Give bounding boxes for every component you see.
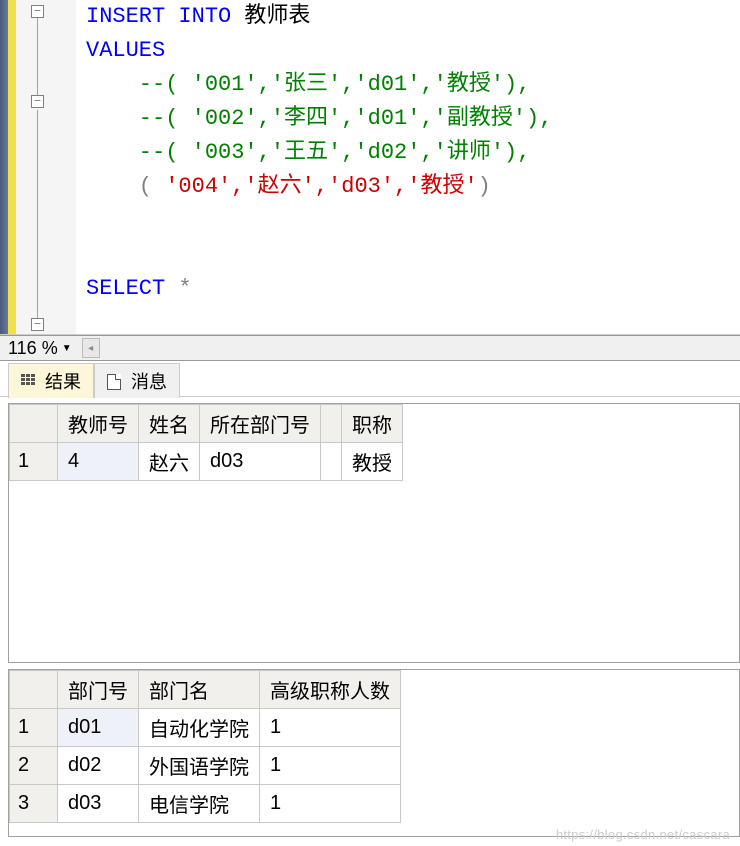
- grid-icon: [21, 374, 39, 388]
- cell[interactable]: 电信学院: [139, 785, 260, 823]
- cell[interactable]: 1: [260, 785, 401, 823]
- sql-identifier: 教师表: [231, 4, 310, 29]
- col-header[interactable]: 高级职称人数: [260, 671, 401, 709]
- table-row[interactable]: 1 d01 自动化学院 1: [10, 709, 401, 747]
- table-corner: [10, 671, 58, 709]
- col-header[interactable]: [321, 405, 342, 443]
- col-header[interactable]: 部门号: [58, 671, 139, 709]
- tab-results[interactable]: 结果: [8, 363, 94, 398]
- cell[interactable]: d03: [200, 443, 321, 481]
- tab-messages[interactable]: 消息: [94, 363, 180, 398]
- editor-change-indicator: [8, 0, 16, 334]
- table-row[interactable]: 2 d02 外国语学院 1: [10, 747, 401, 785]
- zoom-value: 116 %: [8, 338, 58, 359]
- zoom-dropdown[interactable]: 116 % ▼: [4, 338, 76, 359]
- table-row[interactable]: 1 4 赵六 d03 教授: [10, 443, 403, 481]
- sql-editor[interactable]: INSERT INTO 教师表 VALUES --( '001','张三','d…: [0, 0, 740, 335]
- cell[interactable]: d01: [58, 709, 139, 747]
- cell[interactable]: 1: [260, 747, 401, 785]
- tab-label: 消息: [131, 368, 167, 394]
- table-corner: [10, 405, 58, 443]
- sql-punct: ): [478, 174, 491, 199]
- table-row[interactable]: 3 d03 电信学院 1: [10, 785, 401, 823]
- tab-label: 结果: [45, 368, 81, 394]
- row-number: 3: [10, 785, 58, 823]
- row-number: 1: [10, 443, 58, 481]
- cell[interactable]: 1: [260, 709, 401, 747]
- sql-string: '004','赵六','d03','教授': [165, 174, 477, 199]
- cell[interactable]: 4: [58, 443, 139, 481]
- cell[interactable]: 自动化学院: [139, 709, 260, 747]
- cell[interactable]: d02: [58, 747, 139, 785]
- sql-operator: *: [165, 276, 191, 301]
- col-header[interactable]: 部门名: [139, 671, 260, 709]
- sql-keyword: SELECT: [86, 276, 165, 301]
- fold-toggle-icon[interactable]: [31, 318, 44, 331]
- col-header[interactable]: 教师号: [58, 405, 139, 443]
- sql-keyword: INSERT INTO: [86, 4, 231, 29]
- table-header-row: 部门号 部门名 高级职称人数: [10, 671, 401, 709]
- result-grid-1[interactable]: 教师号 姓名 所在部门号 职称 1 4 赵六 d03 教授: [8, 403, 740, 663]
- sql-comment: --( '002','李四','d01','副教授'),: [86, 106, 552, 131]
- row-number: 1: [10, 709, 58, 747]
- editor-left-margin: [0, 0, 8, 334]
- result-grid-2[interactable]: 部门号 部门名 高级职称人数 1 d01 自动化学院 1 2 d02 外国语学院…: [8, 669, 740, 837]
- results-panel: 教师号 姓名 所在部门号 职称 1 4 赵六 d03 教授 部门号 部门名 高级: [0, 397, 740, 846]
- chevron-down-icon: ▼: [62, 343, 72, 354]
- cell[interactable]: [321, 443, 342, 481]
- data-table: 教师号 姓名 所在部门号 职称 1 4 赵六 d03 教授: [9, 404, 403, 481]
- watermark: https://blog.csdn.net/cascara: [556, 827, 730, 842]
- code-gutter: [16, 0, 76, 334]
- sql-comment: --( '001','张三','d01','教授'),: [86, 72, 530, 97]
- results-tabs: 结果 消息: [0, 361, 740, 397]
- row-number: 2: [10, 747, 58, 785]
- sql-comment: --( '003','王五','d02','讲师'),: [86, 140, 530, 165]
- fold-guide-line: [37, 110, 38, 318]
- table-header-row: 教师号 姓名 所在部门号 职称: [10, 405, 403, 443]
- sql-keyword: VALUES: [86, 38, 165, 63]
- cell[interactable]: 外国语学院: [139, 747, 260, 785]
- code-text[interactable]: INSERT INTO 教师表 VALUES --( '001','张三','d…: [76, 0, 740, 334]
- zoom-toolbar: 116 % ▼ ◂: [0, 335, 740, 361]
- cell[interactable]: 赵六: [139, 443, 200, 481]
- fold-toggle-icon[interactable]: [31, 95, 44, 108]
- col-header[interactable]: 姓名: [139, 405, 200, 443]
- scroll-left-button[interactable]: ◂: [82, 338, 100, 358]
- sql-punct: (: [86, 174, 165, 199]
- data-table: 部门号 部门名 高级职称人数 1 d01 自动化学院 1 2 d02 外国语学院…: [9, 670, 401, 823]
- col-header[interactable]: 职称: [342, 405, 403, 443]
- fold-guide-line: [37, 18, 38, 95]
- col-header[interactable]: 所在部门号: [200, 405, 321, 443]
- document-icon: [107, 374, 125, 388]
- cell[interactable]: d03: [58, 785, 139, 823]
- cell[interactable]: 教授: [342, 443, 403, 481]
- fold-toggle-icon[interactable]: [31, 5, 44, 18]
